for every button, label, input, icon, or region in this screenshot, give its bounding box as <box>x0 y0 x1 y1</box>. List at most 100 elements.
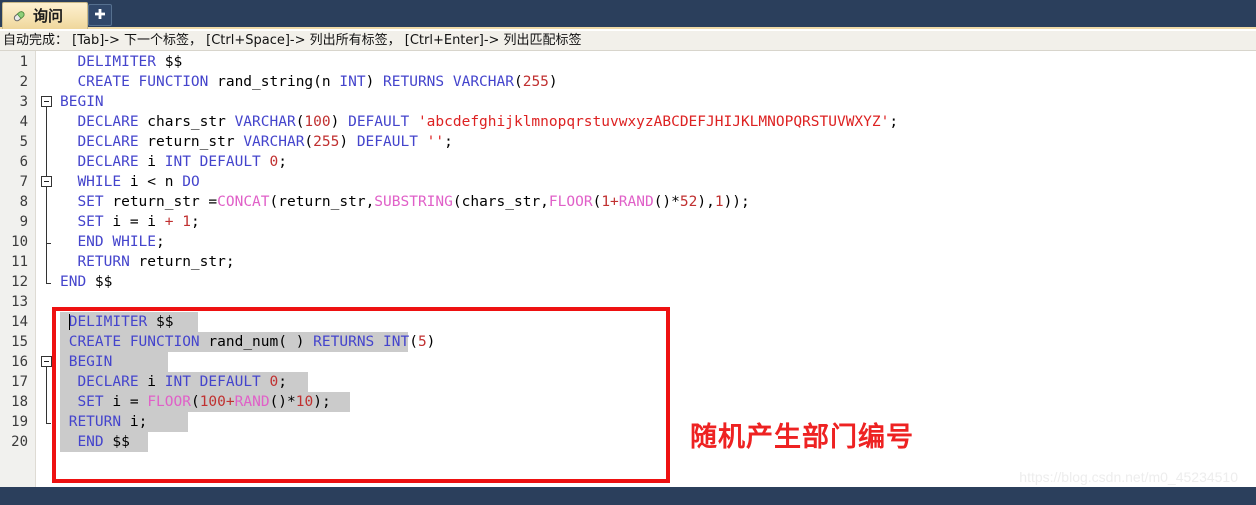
line-number: 17 <box>11 374 28 390</box>
line-number: 14 <box>11 314 28 330</box>
code-token: 'abcdefghijklmnopqrstuvwxyzABCDEFJHIJKLM… <box>417 114 890 130</box>
tab-query[interactable]: 询问 <box>2 2 88 29</box>
code-token: ( <box>592 194 602 210</box>
code-token: ; <box>889 114 899 130</box>
fold-toggle-icon[interactable] <box>41 356 52 367</box>
code-token: ; <box>190 214 200 230</box>
code-line[interactable]: END $$ <box>60 272 112 292</box>
line-number: 13 <box>11 294 28 310</box>
code-token: ) <box>330 114 349 130</box>
code-line[interactable]: DECLARE i INT DEFAULT 0; <box>77 372 287 392</box>
tab-label: 询问 <box>33 6 64 25</box>
code-line[interactable]: END $$ <box>77 432 129 452</box>
code-token: 0 <box>269 154 279 170</box>
code-token: = <box>208 194 218 210</box>
code-token: SUBSTRING <box>374 194 453 210</box>
code-token: ( <box>269 194 279 210</box>
code-token: RETURNS INT <box>313 334 410 350</box>
code-token: ; <box>225 254 235 270</box>
line-number: 4 <box>19 114 28 130</box>
code-token: BEGIN <box>60 94 104 110</box>
code-line[interactable]: CREATE FUNCTION rand_string(n INT) RETUR… <box>77 72 557 92</box>
line-number: 15 <box>11 334 28 350</box>
watermark: https://blog.csdn.net/m0_45234510 <box>1019 469 1238 485</box>
autocomplete-hint-bar: 自动完成： [Tab]-> 下一个标签， [Ctrl+Space]-> 列出所有… <box>0 31 1256 51</box>
code-line[interactable]: DECLARE return_str VARCHAR(255) DEFAULT … <box>77 132 452 152</box>
code-token: ( <box>409 334 418 350</box>
code-token: SET <box>77 194 104 210</box>
code-token: i <box>138 214 165 230</box>
code-token: ( <box>313 74 322 90</box>
code-token: RETURN <box>77 254 130 270</box>
code-text-area[interactable]: DELIMITER $$ CREATE FUNCTION rand_string(… <box>56 51 1256 487</box>
code-token: () <box>653 194 672 210</box>
code-token: ; <box>156 234 165 250</box>
code-line[interactable]: SET i = i + 1; <box>77 212 199 232</box>
new-tab-button[interactable] <box>88 4 112 26</box>
line-number: 3 <box>19 94 28 110</box>
code-line[interactable]: DELIMITER $$ <box>77 52 182 72</box>
code-token: i <box>103 214 130 230</box>
code-token: DECLARE <box>77 154 139 170</box>
code-token: ); <box>313 394 331 410</box>
code-token: ; <box>278 154 287 170</box>
code-token: DECLARE <box>77 374 139 390</box>
line-number: 16 <box>11 354 28 370</box>
code-line[interactable]: DELIMITER $$ <box>69 312 174 332</box>
code-token: + <box>164 214 174 230</box>
fold-connector-line <box>46 187 47 243</box>
code-line[interactable]: DECLARE chars_str VARCHAR(100) DEFAULT '… <box>77 112 898 132</box>
code-editor[interactable]: 1 2 3 4 5 6 7 8 9 10 11 12 13 14 15 16 17 18 19 20 DELIMITE… <box>0 51 1256 487</box>
code-token: i <box>138 154 165 170</box>
code-folding-column[interactable] <box>37 51 56 487</box>
code-line[interactable]: SET i = FLOOR(100+RAND()*10); <box>77 392 330 412</box>
code-token: return_str <box>138 134 244 150</box>
code-token: 5 <box>417 334 427 350</box>
code-line[interactable]: WHILE i < n DO <box>77 172 199 192</box>
code-line[interactable]: BEGIN <box>60 92 104 112</box>
text-caret <box>68 314 70 330</box>
code-token: 255 <box>522 74 549 90</box>
fold-toggle-icon[interactable] <box>41 176 52 187</box>
fold-toggle-icon[interactable] <box>41 96 52 107</box>
line-number: 2 <box>19 74 28 90</box>
code-token: return_str <box>103 194 209 210</box>
code-token: ; <box>444 134 453 150</box>
code-token: INT DEFAULT <box>164 374 261 390</box>
code-token: < <box>147 174 157 190</box>
code-token: return_str, <box>278 194 375 210</box>
code-token: ( ) <box>278 334 314 350</box>
code-line[interactable]: END WHILE; <box>77 232 164 252</box>
code-token: ) <box>365 74 384 90</box>
annotation-label: 随机产生部门编号 <box>690 422 914 453</box>
code-line[interactable]: RETURN return_str; <box>77 252 234 272</box>
code-line[interactable]: SET return_str =CONCAT(return_str,SUBSTR… <box>77 192 749 212</box>
code-token: $$ <box>156 54 183 70</box>
code-token: 0 <box>269 374 279 390</box>
code-token: '' <box>426 134 445 150</box>
code-token: ) <box>426 334 436 350</box>
code-token: ( <box>304 134 314 150</box>
code-token: n <box>156 174 183 190</box>
code-token: $$ <box>86 274 113 290</box>
code-token: ( <box>452 194 462 210</box>
fold-end-tick <box>46 423 51 424</box>
code-token: RAND <box>234 394 270 410</box>
pills-icon <box>11 8 27 24</box>
code-token: 100 <box>199 394 226 410</box>
code-token: 1 <box>182 214 191 230</box>
code-token: 255 <box>313 134 340 150</box>
code-line[interactable]: RETURN i; <box>69 412 148 432</box>
code-line[interactable]: DECLARE i INT DEFAULT 0; <box>77 152 287 172</box>
code-token: ( <box>513 74 523 90</box>
autocomplete-hint-text: 自动完成： [Tab]-> 下一个标签， [Ctrl+Space]-> 列出所有… <box>3 33 582 48</box>
code-line[interactable]: BEGIN <box>69 352 113 372</box>
code-line[interactable]: CREATE FUNCTION rand_num( ) RETURNS INT(… <box>69 332 436 352</box>
line-number: 19 <box>11 414 28 430</box>
code-token: () <box>269 394 288 410</box>
line-number: 8 <box>19 194 28 210</box>
code-token: DELIMITER <box>68 314 148 330</box>
line-number: 10 <box>11 234 28 250</box>
code-token: END WHILE <box>77 234 157 250</box>
